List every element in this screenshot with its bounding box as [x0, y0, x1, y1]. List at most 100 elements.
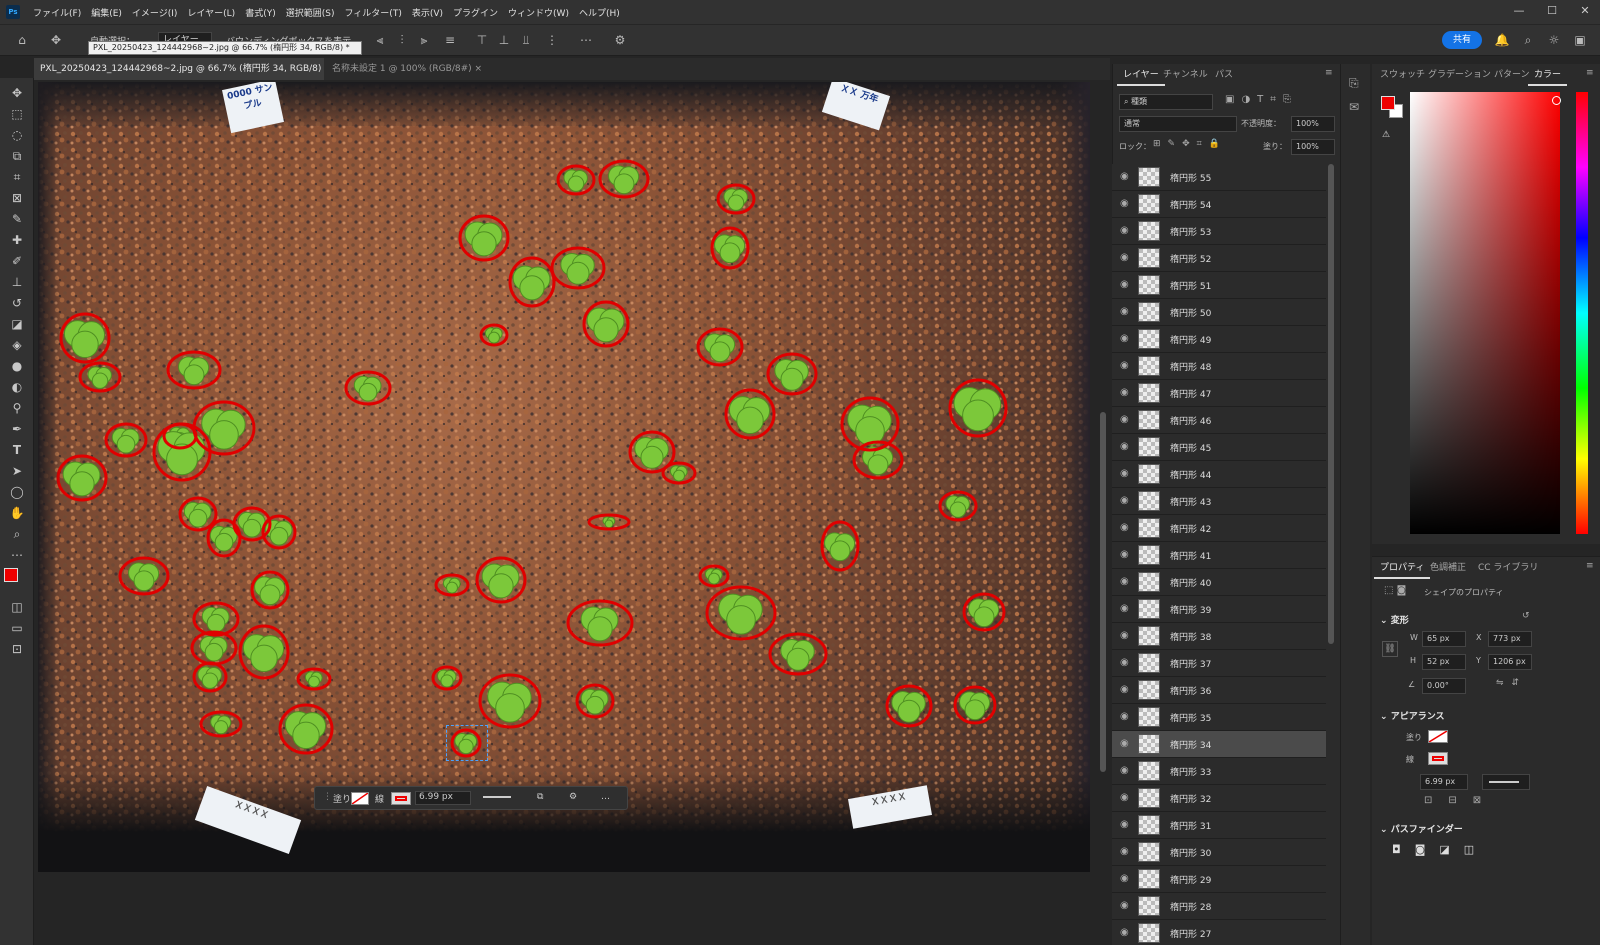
eye-icon[interactable]: ◉	[1120, 414, 1129, 425]
foreground-color-swatch[interactable]	[4, 568, 18, 582]
appearance-section-header[interactable]: ⌄ アピアランス	[1380, 709, 1445, 722]
layer-row[interactable]: ◉ 楕円形 53	[1112, 218, 1326, 245]
eye-icon[interactable]: ◉	[1120, 765, 1129, 776]
foreground-color-swatch[interactable]	[1381, 96, 1395, 110]
brush-tool-icon[interactable]: ✐	[7, 252, 27, 270]
marquee-tool-icon[interactable]: ⬚	[7, 105, 27, 123]
eye-icon[interactable]: ◉	[1120, 927, 1129, 938]
tab-color[interactable]: カラー	[1528, 64, 1568, 86]
close-icon[interactable]: ×	[475, 64, 483, 74]
fill-field[interactable]: 100%	[1291, 139, 1335, 155]
color-picker-field[interactable]	[1410, 92, 1560, 534]
layer-row[interactable]: ◉ 楕円形 29	[1112, 866, 1326, 893]
healing-brush-icon[interactable]: ✚	[7, 231, 27, 249]
minimize-icon[interactable]: —	[1512, 4, 1526, 18]
dodge-tool-icon[interactable]: ◐	[7, 378, 27, 396]
duplicate-icon[interactable]: ⧉	[537, 792, 543, 802]
more-options-icon[interactable]: ⋯	[578, 32, 594, 48]
panel-menu-icon[interactable]: ≡	[1586, 561, 1594, 571]
eye-icon[interactable]: ◉	[1120, 630, 1129, 641]
layer-row[interactable]: ◉ 楕円形 34	[1112, 731, 1326, 758]
align-center-icon[interactable]: ⫶	[394, 32, 410, 48]
eye-icon[interactable]: ◉	[1120, 306, 1129, 317]
comments-panel-icon[interactable]: ✉	[1349, 100, 1359, 114]
y-field[interactable]: 1206 px	[1488, 654, 1532, 670]
bell-icon[interactable]: 🔔	[1494, 32, 1510, 48]
paint-bucket-icon[interactable]: ◈	[7, 336, 27, 354]
eye-icon[interactable]: ◉	[1120, 171, 1129, 182]
filter-icons[interactable]: ▣◑T⌗⎘	[1225, 94, 1298, 105]
layer-row[interactable]: ◉ 楕円形 27	[1112, 920, 1326, 945]
lock-icons[interactable]: ⊞✎✥⌗🔒	[1153, 139, 1227, 149]
menu-item[interactable]: ヘルプ(H)	[574, 6, 625, 19]
width-field[interactable]: 65 px	[1422, 631, 1466, 647]
color-picker-cursor[interactable]	[1552, 96, 1561, 105]
tab-document-2[interactable]: 名称未設定 1 @ 100% (RGB/8#) ×	[326, 58, 486, 80]
tab-adjustments[interactable]: 色調補正	[1424, 557, 1472, 579]
layer-row[interactable]: ◉ 楕円形 46	[1112, 407, 1326, 434]
menu-item[interactable]: 表示(V)	[407, 6, 448, 19]
layer-row[interactable]: ◉ 楕円形 39	[1112, 596, 1326, 623]
search-icon[interactable]: ⌕	[1520, 32, 1536, 48]
path-select-icon[interactable]: ➤	[7, 462, 27, 480]
layer-row[interactable]: ◉ 楕円形 52	[1112, 245, 1326, 272]
tab-properties[interactable]: プロパティ	[1374, 557, 1431, 579]
adjust-icon[interactable]: ⚙	[569, 792, 577, 802]
ellipse-tool-icon[interactable]: ◯	[7, 483, 27, 501]
eye-icon[interactable]: ◉	[1120, 252, 1129, 263]
eye-icon[interactable]: ◉	[1120, 522, 1129, 533]
tab-document-1[interactable]: PXL_20250423_124442968~2.jpg @ 66.7% (楕円…	[34, 58, 324, 80]
menu-item[interactable]: フィルター(T)	[339, 6, 406, 19]
layer-row[interactable]: ◉ 楕円形 49	[1112, 326, 1326, 353]
eye-icon[interactable]: ◉	[1120, 792, 1129, 803]
menu-item[interactable]: ウィンドウ(W)	[503, 6, 574, 19]
menu-item[interactable]: 書式(Y)	[240, 6, 281, 19]
layer-row[interactable]: ◉ 楕円形 37	[1112, 650, 1326, 677]
layer-row[interactable]: ◉ 楕円形 28	[1112, 893, 1326, 920]
object-select-tool-icon[interactable]: ⧉	[7, 147, 27, 165]
move-tool-icon[interactable]: ✥	[7, 84, 27, 102]
layer-row[interactable]: ◉ 楕円形 43	[1112, 488, 1326, 515]
layer-row[interactable]: ◉ 楕円形 50	[1112, 299, 1326, 326]
layer-row[interactable]: ◉ 楕円形 36	[1112, 677, 1326, 704]
more-icon[interactable]: …	[601, 792, 610, 802]
tab-gradients[interactable]: グラデーション	[1422, 64, 1497, 86]
layer-row[interactable]: ◉ 楕円形 38	[1112, 623, 1326, 650]
angle-field[interactable]: 0.00°	[1422, 678, 1466, 694]
align-middle-icon[interactable]: ⊥	[496, 32, 512, 48]
more-tools-icon[interactable]: ⋯	[7, 546, 27, 564]
layer-row[interactable]: ◉ 楕円形 35	[1112, 704, 1326, 731]
type-tool-icon[interactable]: T	[7, 441, 27, 459]
drag-handle-icon[interactable]: ⋮	[323, 792, 332, 802]
eye-icon[interactable]: ◉	[1120, 603, 1129, 614]
share-button[interactable]: 共有	[1442, 31, 1482, 49]
lasso-tool-icon[interactable]: ◌	[7, 126, 27, 144]
blend-mode-dropdown[interactable]: 通常	[1119, 116, 1237, 132]
layer-row[interactable]: ◉ 楕円形 45	[1112, 434, 1326, 461]
pathfinder-icons[interactable]: ◘◙◪◫	[1392, 843, 1488, 856]
layer-row[interactable]: ◉ 楕円形 55	[1112, 164, 1326, 191]
stroke-align-icons[interactable]: ⊡⊟⊠	[1424, 795, 1497, 806]
panel-menu-icon[interactable]: ≡	[1325, 68, 1333, 78]
eye-icon[interactable]: ◉	[1120, 333, 1129, 344]
menu-item[interactable]: 選択範囲(S)	[281, 6, 340, 19]
height-field[interactable]: 52 px	[1422, 654, 1466, 670]
history-brush-icon[interactable]: ↺	[7, 294, 27, 312]
eye-icon[interactable]: ◉	[1120, 711, 1129, 722]
eye-icon[interactable]: ◉	[1120, 657, 1129, 668]
edit-toolbar-icon[interactable]: ⊡	[7, 640, 27, 658]
menu-item[interactable]: イメージ(I)	[127, 6, 183, 19]
align-right-icon[interactable]: ⫸	[416, 32, 432, 48]
eye-icon[interactable]: ◉	[1120, 495, 1129, 506]
layer-row[interactable]: ◉ 楕円形 47	[1112, 380, 1326, 407]
stamp-tool-icon[interactable]: ⊥	[7, 273, 27, 291]
stroke-width-field[interactable]: 6.99 px	[1420, 774, 1468, 790]
align-top-icon[interactable]: ⊤	[474, 32, 490, 48]
align-bottom-icon[interactable]: ⫫	[518, 32, 534, 48]
hue-slider[interactable]	[1576, 92, 1588, 534]
layer-row[interactable]: ◉ 楕円形 32	[1112, 785, 1326, 812]
selected-ellipse-bounds[interactable]	[446, 725, 488, 761]
eye-icon[interactable]: ◉	[1120, 225, 1129, 236]
eye-icon[interactable]: ◉	[1120, 576, 1129, 587]
x-field[interactable]: 773 px	[1488, 631, 1532, 647]
